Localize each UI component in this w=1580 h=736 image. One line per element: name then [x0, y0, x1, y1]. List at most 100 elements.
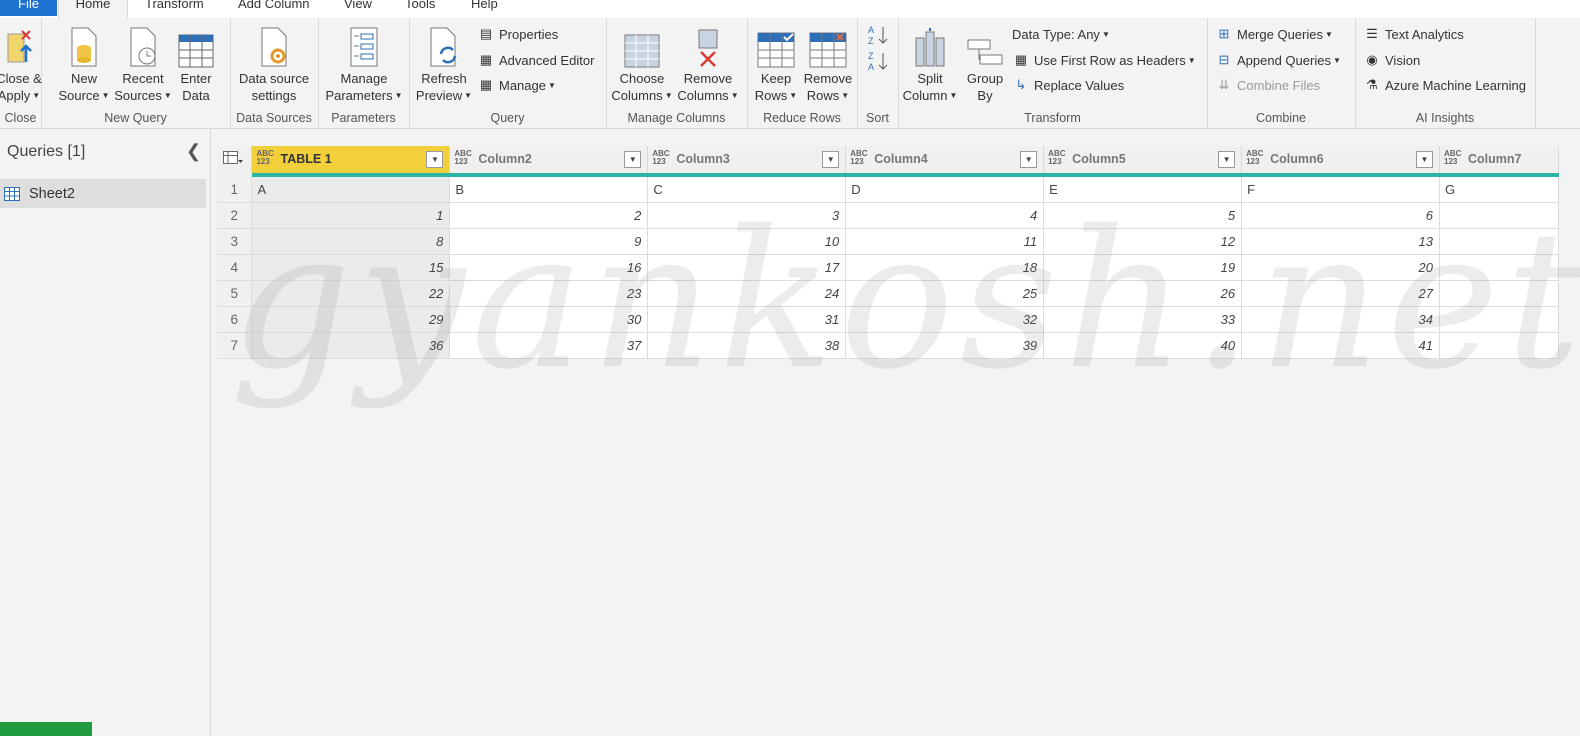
column-header-column6[interactable]: ABC 123 Column6 ▼	[1241, 146, 1441, 173]
append-queries-button[interactable]: ⊟ Append Queries ▼	[1215, 50, 1341, 70]
table-cell[interactable]: 3	[647, 202, 847, 229]
table-cell[interactable]: E	[1043, 177, 1243, 203]
table-cell[interactable]: 23	[449, 280, 649, 307]
data-source-settings-button[interactable]: Data source settings	[234, 24, 314, 104]
table-cell[interactable]: 32	[845, 306, 1045, 333]
properties-button[interactable]: ▤ Properties	[477, 24, 558, 44]
tab-view[interactable]: View	[344, 0, 372, 16]
table-cell[interactable]: 5	[1043, 202, 1243, 229]
manage-parameters-button[interactable]: Manage Parameters ▼	[322, 24, 406, 104]
new-source-button[interactable]: New Source ▼	[55, 24, 113, 104]
table-cell[interactable]: 39	[845, 332, 1045, 359]
table-menu-icon[interactable]	[217, 146, 253, 173]
table-cell[interactable]: 29	[251, 306, 451, 333]
table-cell[interactable]: 11	[845, 228, 1045, 255]
table-cell[interactable]: 1	[251, 202, 451, 229]
table-cell[interactable]: 9	[449, 228, 649, 255]
filter-dropdown-icon[interactable]: ▼	[624, 151, 642, 168]
combine-files-button[interactable]: ⇊ Combine Files	[1215, 75, 1321, 95]
table-cell[interactable]: G	[1439, 177, 1559, 203]
table-cell[interactable]: 19	[1043, 254, 1243, 281]
column-header-table-1[interactable]: ABC 123 TABLE 1 ▼	[251, 146, 451, 173]
table-cell[interactable]	[1439, 280, 1559, 307]
table-cell[interactable]: 8	[251, 228, 451, 255]
filter-dropdown-icon[interactable]: ▼	[1218, 151, 1236, 168]
azure-ml-button[interactable]: ⚗ Azure Machine Learning	[1363, 75, 1526, 95]
query-item-sheet2[interactable]: Sheet2	[0, 179, 206, 208]
filter-dropdown-icon[interactable]: ▼	[426, 151, 444, 168]
table-cell[interactable]: A	[251, 177, 451, 203]
table-cell[interactable]: 33	[1043, 306, 1243, 333]
tab-transform[interactable]: Transform	[145, 0, 204, 16]
table-cell[interactable]: 24	[647, 280, 847, 307]
table-cell[interactable]: 16	[449, 254, 649, 281]
group-by-button[interactable]: Group By	[960, 24, 1010, 104]
table-cell[interactable]: 18	[845, 254, 1045, 281]
table-cell[interactable]	[1439, 228, 1559, 255]
choose-columns-button[interactable]: Choose Columns ▼	[610, 24, 674, 104]
tab-help[interactable]: Help	[471, 0, 498, 16]
table-cell[interactable]: 41	[1241, 332, 1441, 359]
text-analytics-button[interactable]: ☰ Text Analytics	[1363, 24, 1464, 44]
recent-sources-button[interactable]: Recent Sources ▼	[114, 24, 172, 104]
table-cell[interactable]: 22	[251, 280, 451, 307]
table-cell[interactable]: 13	[1241, 228, 1441, 255]
table-cell[interactable]: 2	[449, 202, 649, 229]
table-cell[interactable]: 10	[647, 228, 847, 255]
replace-values-button[interactable]: ↳ Replace Values	[1012, 75, 1125, 95]
table-cell[interactable]: 27	[1241, 280, 1441, 307]
table-cell[interactable]: 34	[1241, 306, 1441, 333]
merge-queries-button[interactable]: ⊞ Merge Queries ▼	[1215, 24, 1333, 44]
remove-columns-button[interactable]: Remove Columns ▼	[676, 24, 740, 104]
advanced-editor-button[interactable]: ▦ Advanced Editor	[477, 50, 595, 70]
tab-tools[interactable]: Tools	[405, 0, 435, 16]
collapse-pane-chevron-icon[interactable]: ❮	[186, 141, 201, 162]
table-cell[interactable]: 37	[449, 332, 649, 359]
remove-rows-button[interactable]: Remove Rows ▼	[801, 24, 855, 104]
tab-file[interactable]: File	[0, 0, 57, 16]
group-new-query: New Source ▼ Recent Sources ▼ Enter Data N…	[41, 18, 231, 128]
data-type-dropdown[interactable]: Data Type: Any ▼	[1012, 24, 1110, 44]
table-cell[interactable]: 15	[251, 254, 451, 281]
enter-data-button[interactable]: Enter Data	[172, 24, 220, 104]
table-cell[interactable]	[1439, 306, 1559, 333]
tab-home[interactable]: Home	[58, 0, 128, 18]
split-column-button[interactable]: Split Column ▼	[900, 24, 960, 104]
tab-add-column[interactable]: Add Column	[238, 0, 310, 16]
column-header-column3[interactable]: ABC 123 Column3 ▼	[647, 146, 847, 173]
table-cell[interactable]: 4	[845, 202, 1045, 229]
column-header-column4[interactable]: ABC 123 Column4 ▼	[845, 146, 1045, 173]
keep-rows-button[interactable]: Keep Rows ▼	[751, 24, 801, 104]
table-cell[interactable]: 25	[845, 280, 1045, 307]
table-cell[interactable]	[1439, 202, 1559, 229]
table-cell[interactable]: 26	[1043, 280, 1243, 307]
table-cell[interactable]: 12	[1043, 228, 1243, 255]
sort-descending-button[interactable]: ZA	[867, 50, 889, 72]
column-header-column2[interactable]: ABC 123 Column2 ▼	[449, 146, 649, 173]
table-cell[interactable]: 40	[1043, 332, 1243, 359]
table-cell[interactable]: F	[1241, 177, 1441, 203]
vision-button[interactable]: ◉ Vision	[1363, 50, 1420, 70]
column-header-column5[interactable]: ABC 123 Column5 ▼	[1043, 146, 1243, 173]
table-cell[interactable]	[1439, 254, 1559, 281]
table-cell[interactable]: 36	[251, 332, 451, 359]
table-cell[interactable]: 20	[1241, 254, 1441, 281]
refresh-preview-button[interactable]: Refresh Preview ▼	[413, 24, 475, 104]
use-first-row-headers-button[interactable]: ▦ Use First Row as Headers ▼	[1012, 50, 1196, 70]
table-cell[interactable]: 31	[647, 306, 847, 333]
column-header-column7[interactable]: ABC 123 Column7	[1439, 146, 1559, 173]
close-apply-button[interactable]: Close & Apply ▼	[0, 24, 42, 104]
sort-ascending-button[interactable]: AZ	[867, 24, 889, 46]
table-cell[interactable]: 17	[647, 254, 847, 281]
manage-button[interactable]: ▦ Manage ▼	[477, 75, 556, 95]
table-cell[interactable]: 30	[449, 306, 649, 333]
table-cell[interactable]: 38	[647, 332, 847, 359]
table-cell[interactable]	[1439, 332, 1559, 359]
filter-dropdown-icon[interactable]: ▼	[1416, 151, 1434, 168]
table-cell[interactable]: C	[647, 177, 847, 203]
table-cell[interactable]: D	[845, 177, 1045, 203]
filter-dropdown-icon[interactable]: ▼	[822, 151, 840, 168]
table-cell[interactable]: 6	[1241, 202, 1441, 229]
table-cell[interactable]: B	[449, 177, 649, 203]
filter-dropdown-icon[interactable]: ▼	[1020, 151, 1038, 168]
